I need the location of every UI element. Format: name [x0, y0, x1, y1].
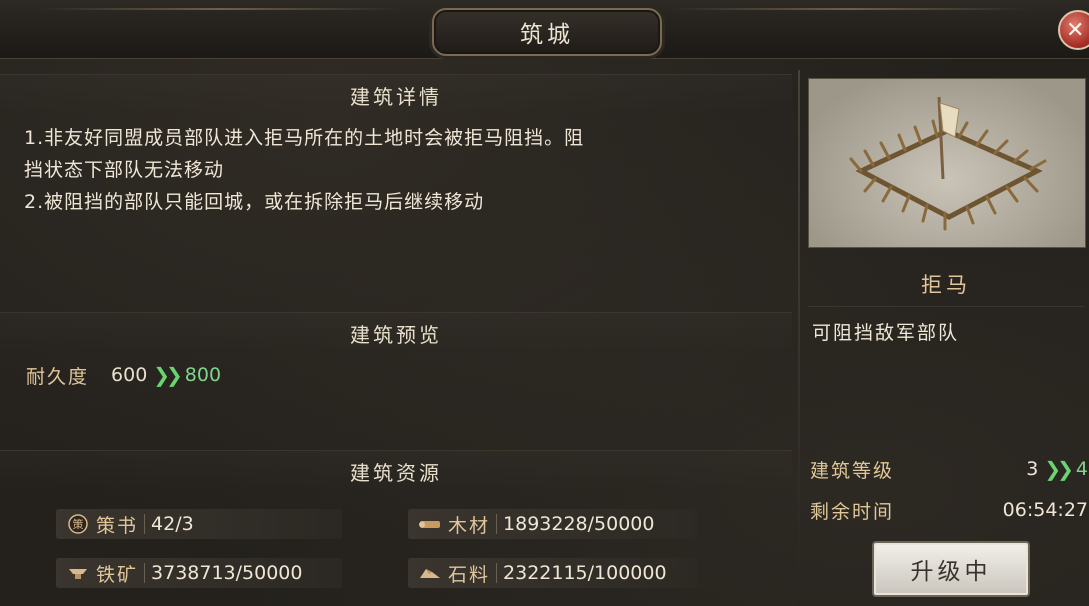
resource-separator	[144, 563, 146, 583]
durability-next: 800	[184, 364, 222, 386]
time-label: 剩余时间	[810, 500, 895, 523]
building-preview-image	[808, 78, 1086, 248]
level-values: 3 ❯❯ 4	[1026, 457, 1088, 481]
double-chevron-right-icon: ❯❯	[1044, 457, 1073, 481]
resource-value: 1893228/50000	[503, 513, 655, 535]
game-window: 筑城 ✕ 建筑详情 1.非友好同盟成员部队进入拒马所在的土地时会被拒马阻挡。阻 …	[0, 0, 1089, 606]
stone-icon	[418, 563, 442, 583]
details-line: 1.非友好同盟成员部队进入拒马所在的土地时会被拒马阻挡。阻	[24, 127, 585, 149]
details-text: 1.非友好同盟成员部队进入拒马所在的土地时会被拒马阻挡。阻 挡状态下部队无法移动…	[24, 122, 784, 218]
iron-ore-icon	[66, 563, 90, 583]
resource-value: 42/3	[151, 513, 194, 535]
resource-value: 3738713/50000	[151, 562, 303, 584]
time-value: 06:54:27	[1002, 499, 1088, 521]
resources-heading: 建筑资源	[0, 450, 792, 491]
title-ornament-right	[669, 8, 1029, 10]
level-row: 建筑等级 3 ❯❯ 4	[810, 454, 1088, 484]
title-ornament-left	[40, 8, 400, 10]
time-row: 剩余时间 06:54:27	[810, 495, 1088, 525]
resource-value: 2322115/100000	[503, 562, 667, 584]
resource-separator	[144, 514, 146, 534]
panel-divider	[798, 70, 800, 606]
level-next: 4	[1075, 458, 1088, 480]
preview-heading: 建筑预览	[0, 312, 792, 353]
double-chevron-right-icon: ❯❯	[153, 363, 182, 387]
resource-name: 策书	[96, 514, 139, 537]
details-heading: 建筑详情	[0, 74, 792, 115]
wood-icon	[418, 514, 442, 534]
resource-slot: 策 策书 42/3	[56, 509, 342, 539]
details-line: 2.被阻挡的部队只能回城，或在拆除拒马后继续移动	[24, 191, 485, 213]
building-description: 可阻挡敌军部队	[812, 322, 960, 344]
durability-current: 600	[111, 364, 148, 386]
level-label: 建筑等级	[810, 459, 895, 482]
resource-name: 木材	[448, 514, 491, 537]
building-name: 拒马	[808, 262, 1084, 307]
title-bar: 筑城 ✕	[0, 0, 1089, 59]
durability-label: 耐久度	[26, 365, 90, 388]
resource-name: 石料	[448, 563, 491, 586]
resource-separator	[496, 514, 498, 534]
resource-slot: 铁矿 3738713/50000	[56, 558, 342, 588]
svg-text:策: 策	[73, 517, 84, 531]
details-line: 挡状态下部队无法移动	[24, 159, 225, 181]
resource-slot: 石料 2322115/100000	[408, 558, 698, 588]
resource-name: 铁矿	[96, 563, 139, 586]
close-icon[interactable]: ✕	[1058, 10, 1089, 50]
resource-slot: 木材 1893228/50000	[408, 509, 698, 539]
window-title: 筑城	[432, 8, 662, 56]
resource-separator	[496, 563, 498, 583]
level-current: 3	[1026, 458, 1039, 480]
upgrade-button[interactable]: 升级中	[872, 541, 1030, 597]
durability-row: 耐久度 600 ❯❯ 800	[26, 362, 221, 388]
strategy-book-icon: 策	[66, 514, 90, 534]
